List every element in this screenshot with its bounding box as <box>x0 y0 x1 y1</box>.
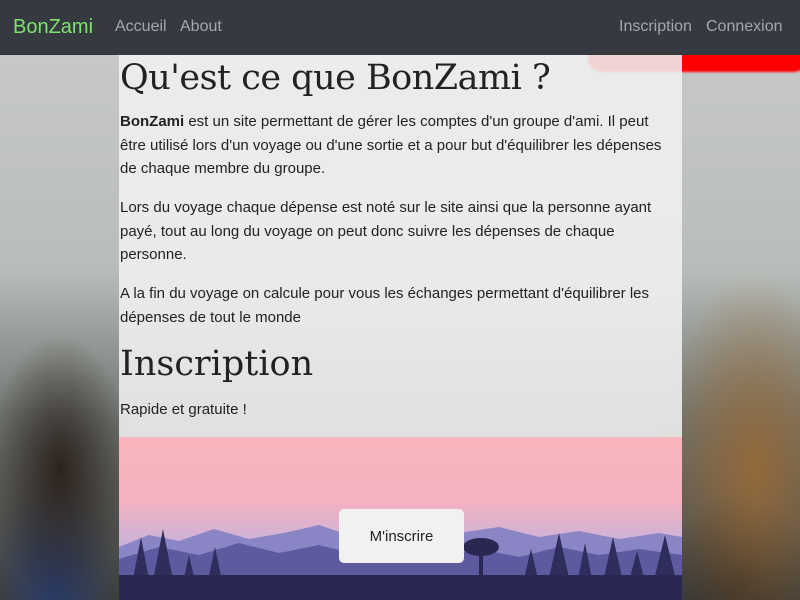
nav-link-inscription[interactable]: Inscription <box>619 18 692 36</box>
about-paragraph-1-text: est un site permettant de gérer les comp… <box>120 113 662 177</box>
about-paragraph-2: Lors du voyage chaque dépense est noté s… <box>120 199 652 263</box>
signup-tagline: Rapide et gratuite ! <box>120 401 247 418</box>
signup-title: Inscription <box>120 344 314 384</box>
nav-link-about[interactable]: About <box>180 18 222 36</box>
brand-strong: BonZami <box>120 113 185 130</box>
about-paragraph-3: A la fin du voyage on calcule pour vous … <box>120 285 650 326</box>
nav-link-connexion[interactable]: Connexion <box>706 18 783 36</box>
nav-link-accueil[interactable]: Accueil <box>115 18 167 36</box>
signup-button[interactable]: M'inscrire <box>339 509 464 563</box>
about-title: Qu'est ce que BonZami ? <box>120 58 551 98</box>
about-paragraph-1: BonZami est un site permettant de gérer … <box>120 110 676 181</box>
brand-link[interactable]: BonZami <box>13 16 93 39</box>
about-panel: Qu'est ce que BonZami ? BonZami est un s… <box>119 55 682 437</box>
navbar: BonZami Accueil About Inscription Connex… <box>0 0 800 55</box>
